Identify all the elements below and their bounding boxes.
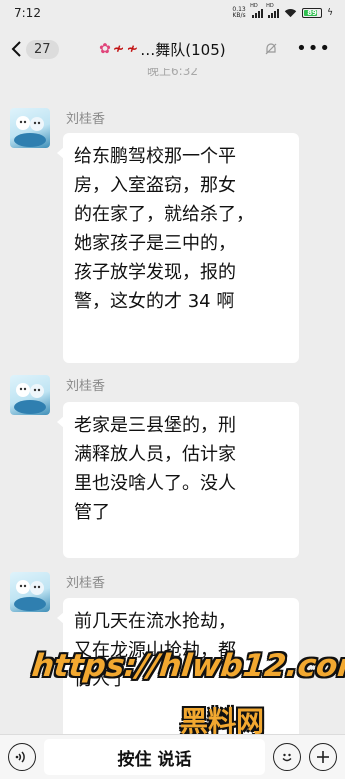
sender-name: 刘桂香	[66, 112, 106, 127]
message-bubble[interactable]: 给东鹏驾校那一个平 房，入室盗窃，那女 的在家了，就给杀了， 她家孩子是三中的，…	[57, 133, 299, 363]
voice-button[interactable]	[8, 743, 36, 771]
hold-to-talk-button[interactable]: 按住 说话	[44, 739, 265, 775]
unread-count-badge: 27	[26, 39, 59, 59]
add-button[interactable]	[309, 743, 337, 771]
message-bubble[interactable]: 前几天在流水抢劫， 又在龙源山抢劫，都 伤人了	[57, 598, 299, 748]
flower-emoji-icon: ✿	[99, 41, 111, 57]
cartoon-avatar-icon	[14, 580, 46, 611]
charging-icon: ϟ	[327, 8, 333, 18]
decorative-glyph-icon: ≁	[112, 41, 125, 57]
sender-name: 刘桂香	[66, 379, 106, 394]
input-bar: 按住 说话	[0, 734, 345, 779]
chevron-left-icon	[11, 41, 21, 57]
group-name: …舞队(105)	[140, 40, 226, 59]
more-dots-icon: •••	[296, 38, 331, 59]
status-time: 7:12	[14, 6, 41, 20]
avatar[interactable]	[10, 108, 50, 148]
signal-icon-2: HD	[266, 3, 280, 18]
time-divider: 晚上6:32	[147, 68, 198, 77]
more-options-button[interactable]: •••	[292, 40, 335, 58]
battery-icon: 89	[302, 8, 323, 18]
status-indicators: 0.13 KB/s HD HD 89 ϟ	[231, 3, 333, 19]
bell-muted-icon	[265, 43, 277, 55]
wifi-icon	[284, 9, 297, 18]
cartoon-avatar-icon	[14, 383, 46, 414]
emoji-icon	[282, 753, 292, 762]
sender-name: 刘桂香	[66, 576, 106, 591]
chat-title[interactable]: ✿ ≁ ≁ …舞队(105)	[69, 39, 257, 60]
voice-icon	[15, 751, 25, 763]
message-bubble[interactable]: 老家是三县堡的，刑 满释放人员，估计家 里也没啥人了。没人 管了	[57, 402, 299, 558]
avatar[interactable]	[10, 375, 50, 415]
network-speed: 0.13 KB/s	[232, 6, 246, 19]
cartoon-avatar-icon	[14, 116, 46, 147]
signal-icon: HD	[250, 3, 264, 18]
decorative-glyph-icon-2: ≁	[126, 41, 139, 57]
plus-icon	[317, 751, 329, 763]
emoji-button[interactable]	[273, 743, 301, 771]
back-button[interactable]: 27	[10, 39, 59, 59]
status-bar: 7:12 0.13 KB/s HD HD 89 ϟ	[0, 0, 345, 26]
chat-header: 27 ✿ ≁ ≁ …舞队(105) •••	[0, 26, 345, 72]
avatar[interactable]	[10, 572, 50, 612]
